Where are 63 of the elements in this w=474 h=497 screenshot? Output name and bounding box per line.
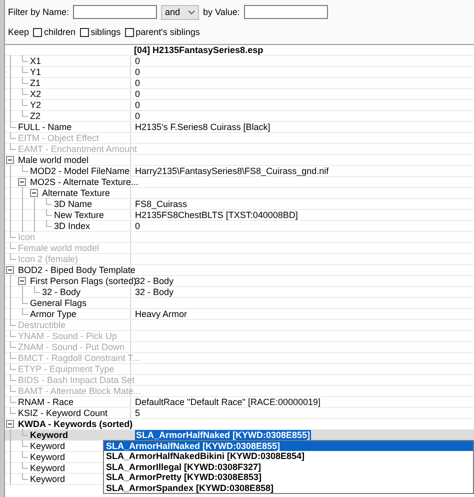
field-name: Male world model: [17, 155, 89, 165]
field-name: Y2: [29, 100, 42, 110]
column-header: [04] H2135FantasySeries8.esp: [133, 45, 264, 55]
field-value: H2135FS8ChestBLTS [TXST:040008BD]: [135, 210, 298, 220]
field-value: 0: [135, 89, 140, 99]
field-name: Icon: [17, 232, 36, 242]
field-name: KWDA - Keywords (sorted): [17, 419, 133, 429]
field-value: Heavy Armor: [135, 309, 188, 319]
field-name: X2: [29, 89, 42, 99]
field-value: FS8_Cuirass: [135, 199, 188, 209]
field-value: SLA_ArmorHalfNaked [KYWD:0308E855]: [135, 430, 312, 440]
field-name: Destructible: [17, 320, 66, 330]
checkbox-label: parent's siblings: [136, 27, 200, 37]
field-name: EAMT - Enchantment Amount: [17, 144, 137, 154]
field-name: ZNAM - Sound - Put Down: [17, 342, 125, 352]
field-name: EITM - Object Effect: [17, 133, 99, 143]
field-name: BOD2 - Biped Body Template: [17, 265, 136, 275]
field-name: Armor Type: [29, 309, 76, 319]
field-name: Keyword: [29, 441, 66, 451]
field-name: Icon 2 (female): [17, 254, 78, 264]
field-name: ETYP - Equipment Type: [17, 364, 114, 374]
field-name: FULL - Name: [17, 122, 72, 132]
keep-label: Keep: [8, 27, 30, 37]
field-value: 32 - Body: [135, 276, 174, 286]
field-name: Z1: [29, 78, 41, 88]
field-value: 0: [135, 67, 140, 77]
field-name: MOD2 - Model FileName: [29, 166, 130, 176]
field-name: RNAM - Race: [17, 397, 74, 407]
field-name: 3D Index: [53, 221, 90, 231]
field-value: H2135's F.Series8 Cuirass [Black]: [135, 122, 270, 132]
field-name: Keyword: [29, 430, 68, 440]
field-name: 32 - Body: [41, 287, 81, 297]
field-name: New Texture: [53, 210, 104, 220]
field-value: DefaultRace "Default Race" [RACE:00000019]: [135, 397, 320, 407]
field-name: Keyword: [29, 452, 66, 462]
field-name: KSIZ - Keyword Count: [17, 408, 108, 418]
field-name: Keyword: [29, 474, 66, 484]
field-name: BIDS - Bash Impact Data Set: [17, 375, 135, 385]
field-value: 5: [135, 408, 140, 418]
field-value: Harry2135\FantasySeries8\FS8_Cuirass_gnd.nif: [135, 166, 329, 176]
field-name: Y1: [29, 67, 42, 77]
field-value: 32 - Body: [135, 287, 174, 297]
field-value: 0: [135, 221, 140, 231]
field-name: First Person Flags (sorted): [29, 276, 137, 286]
field-name: 3D Name: [53, 199, 92, 209]
field-value: 0: [135, 78, 140, 88]
field-name: General Flags: [29, 298, 87, 308]
field-name: Female world model: [17, 243, 100, 253]
field-name: YNAM - Sound - Pick Up: [17, 331, 118, 341]
field-name: Alternate Texture: [41, 188, 110, 198]
checkbox-label: children: [44, 27, 76, 37]
field-value: 0: [135, 111, 140, 121]
field-name: Keyword: [29, 463, 66, 473]
field-name: BMCT - Ragdoll Constraint T...: [17, 353, 140, 363]
checkbox-label: siblings: [90, 27, 121, 37]
field-name: Z2: [29, 111, 41, 121]
field-name: BAMT - Alternate Block Mate...: [17, 386, 141, 396]
field-value: 0: [135, 100, 140, 110]
field-name: MO2S - Alternate Texture...: [29, 177, 138, 187]
field-name: X1: [29, 56, 42, 66]
filter-value-label: by Value:: [203, 7, 240, 17]
filter-name-label: Filter by Name:: [8, 7, 70, 17]
field-value: 0: [135, 56, 140, 66]
